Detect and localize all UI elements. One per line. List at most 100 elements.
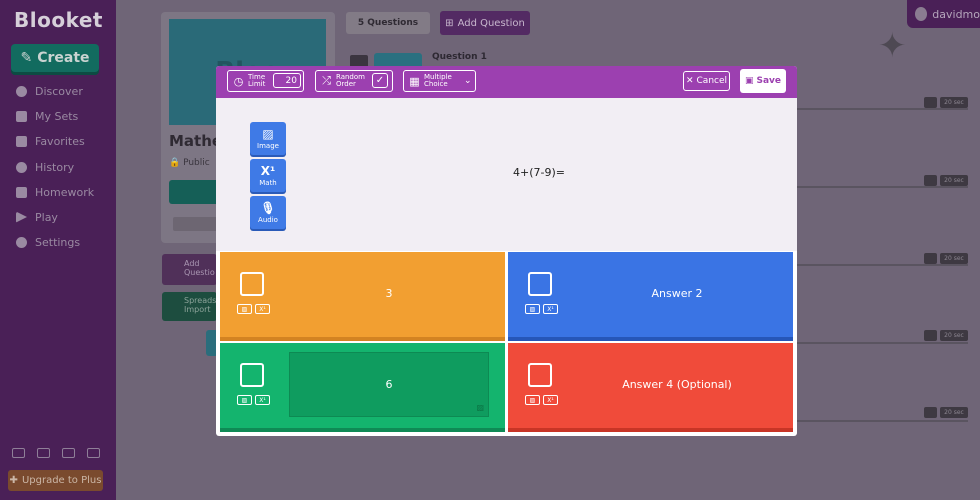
pencil-icon: ✎ [20, 50, 33, 66]
time-chip: 20 sec [940, 97, 968, 108]
time-chip: 20 sec [940, 330, 968, 341]
answer-1-correct-checkbox[interactable] [240, 272, 264, 296]
answer-2-math-icon[interactable]: X¹ [543, 304, 558, 314]
question-row-divider [797, 420, 968, 422]
set-privacy: 🔒 Public [169, 158, 210, 168]
compass-icon [16, 85, 27, 97]
blooket-logo[interactable]: Blooket [14, 8, 103, 32]
random-order-control[interactable]: ⤮ Random Order ✓ [315, 70, 393, 92]
avatar [915, 7, 928, 21]
answer-3-input[interactable]: 6 ▨ [289, 352, 489, 417]
time-chip: 20 sec [940, 175, 968, 186]
answer-2-card: ▨ X¹ Answer 2 [508, 252, 793, 341]
answer-1-math-icon[interactable]: X¹ [255, 304, 270, 314]
answer-4-card: ▨ X¹ Answer 4 (Optional) [508, 343, 793, 432]
answer-3-correct-checkbox[interactable] [240, 363, 264, 387]
question-row-divider [797, 186, 968, 188]
blooks-icon[interactable] [37, 448, 50, 458]
answer-2-input[interactable]: Answer 2 [577, 287, 777, 300]
market-icon[interactable] [62, 448, 75, 458]
answer-4-input[interactable]: Answer 4 (Optional) [577, 378, 777, 391]
answer-3-math-icon[interactable]: X¹ [255, 395, 270, 405]
answer-2-correct-checkbox[interactable] [528, 272, 552, 296]
sidebar-item-label: Play [35, 210, 58, 224]
image-icon: ▨ [262, 126, 274, 141]
set-edit-button[interactable] [173, 217, 221, 231]
upgrade-button[interactable]: ✚ Upgrade to Plus [8, 470, 103, 491]
question-row-divider [797, 108, 968, 110]
question-editor-modal: ◷ Time Limit 20 ⤮ Random Order ✓ ▦ Multi… [216, 66, 797, 436]
sidebar-item-label: Settings [35, 235, 81, 249]
plus-icon: ✚ [9, 475, 18, 486]
add-question-label: Add Question [457, 17, 525, 29]
list-icon [16, 110, 27, 122]
math-icon: X¹ [260, 163, 276, 178]
sidebar-item-discover[interactable]: Discover [16, 82, 83, 100]
image-icon: ▨ [476, 403, 484, 412]
save-button[interactable]: ▣ Save [740, 69, 786, 93]
sidebar-bottom-icons [12, 448, 100, 458]
add-image-button[interactable]: ▨ Image [250, 122, 286, 155]
chevron-down-icon: ⌄ [464, 76, 472, 86]
answer-4-image-icon[interactable]: ▨ [525, 395, 540, 405]
shuffle-icon [924, 175, 937, 186]
clock-icon [16, 161, 27, 173]
cancel-button-label: Cancel [696, 76, 728, 86]
question-area: ▨ Image X¹ Math 🎙 Audio 4+(7-9)= [216, 98, 797, 251]
answer-3-card: ▨ X¹ 6 ▨ [220, 343, 505, 432]
sidebar-item-label: Homework [35, 185, 95, 199]
sidebar-item-settings[interactable]: Settings [16, 233, 80, 251]
shuffle-icon [924, 97, 937, 108]
question-type-select[interactable]: ▦ Multiple Choice ⌄ [403, 70, 476, 92]
add-audio-label: Audio [258, 215, 278, 224]
add-math-button[interactable]: X¹ Math [250, 159, 286, 192]
username: davidmo [932, 7, 980, 21]
sidebar-item-homework[interactable]: Homework [16, 183, 94, 201]
add-audio-button[interactable]: 🎙 Audio [250, 196, 286, 229]
shuffle-icon: ⤮ [322, 74, 331, 87]
random-order-checkbox[interactable]: ✓ [372, 73, 388, 88]
sidebar-item-label: My Sets [35, 109, 79, 123]
user-badge[interactable]: davidmo [907, 0, 980, 28]
set-play-button[interactable] [169, 180, 219, 204]
spreadsheet-import-button[interactable]: Spreads Import [162, 292, 217, 321]
answer-3-text: 6 [385, 378, 393, 391]
answer-4-correct-checkbox[interactable] [528, 363, 552, 387]
sidebar-item-my-sets[interactable]: My Sets [16, 107, 78, 125]
sidebar-item-play[interactable]: Play [16, 208, 58, 226]
answer-1-card: ▨ X¹ 3 [220, 252, 505, 341]
sidebar-item-label: History [35, 160, 75, 174]
answer-4-math-icon[interactable]: X¹ [543, 395, 558, 405]
answer-3-image-icon[interactable]: ▨ [237, 395, 252, 405]
sidebar-item-favorites[interactable]: Favorites [16, 132, 85, 150]
microphone-icon: 🎙 [260, 200, 276, 215]
questions-count: 5 Questions [346, 12, 430, 34]
shuffle-icon [924, 253, 937, 264]
cancel-button[interactable]: ✕ Cancel [683, 71, 730, 91]
sparkle-icon: ✦ [878, 26, 907, 66]
time-limit-control[interactable]: ◷ Time Limit 20 [227, 70, 304, 92]
time-chip: 20 sec [940, 253, 968, 264]
play-icon [16, 211, 27, 223]
sidebar-item-label: Favorites [35, 134, 85, 148]
sidebar-item-history[interactable]: History [16, 158, 74, 176]
stats-icon[interactable] [12, 448, 25, 458]
shuffle-icon [924, 407, 937, 418]
save-icon: ▣ [744, 76, 754, 86]
document-icon [16, 186, 27, 198]
answer-1-image-icon[interactable]: ▨ [237, 304, 252, 314]
add-questions-side-button[interactable]: Add Questio [162, 254, 217, 285]
create-button[interactable]: ✎ Create [11, 44, 99, 72]
answer-1-input[interactable]: 3 [289, 287, 489, 300]
answer-2-image-icon[interactable]: ▨ [525, 304, 540, 314]
star-icon [16, 135, 27, 147]
news-icon[interactable] [87, 448, 100, 458]
question-text-input[interactable]: 4+(7-9)= [366, 166, 712, 179]
add-question-button[interactable]: ⊞ Add Question [440, 11, 530, 35]
shuffle-icon [924, 330, 937, 341]
question-row-divider [797, 342, 968, 344]
sidebar-item-label: Discover [35, 84, 83, 98]
question-row-divider [797, 264, 968, 266]
time-limit-input[interactable]: 20 [273, 73, 301, 88]
save-button-label: Save [756, 76, 782, 86]
